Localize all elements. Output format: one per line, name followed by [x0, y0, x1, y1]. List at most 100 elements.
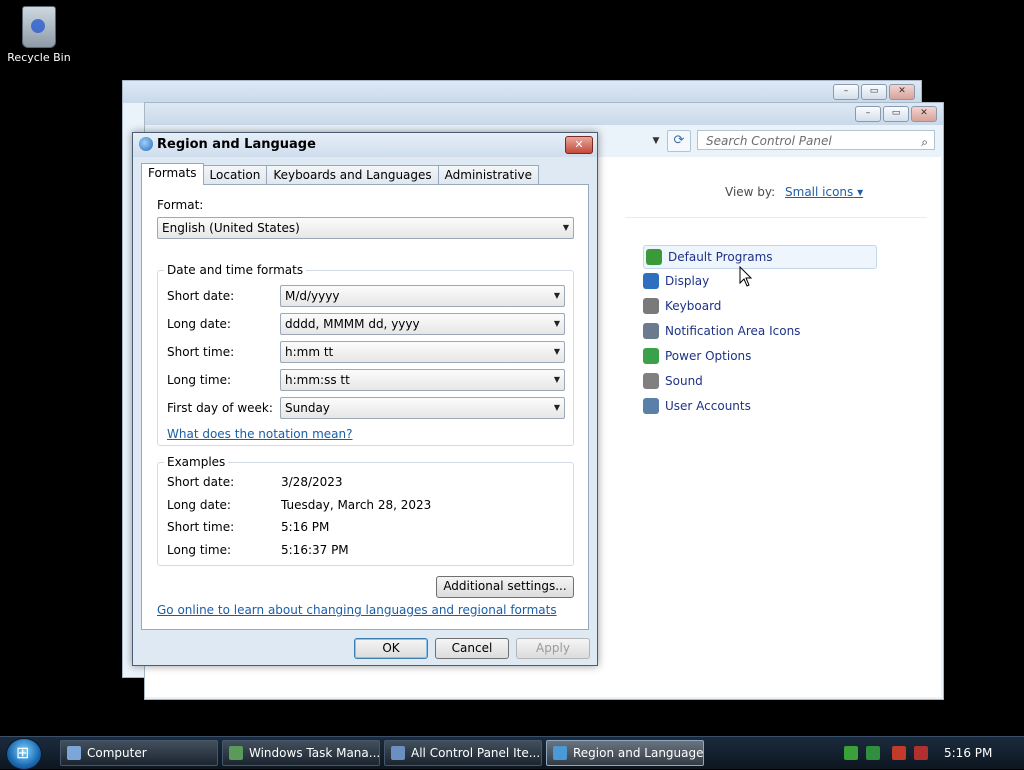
examples-title: Examples	[164, 455, 229, 469]
format-row-label: Short time:	[167, 345, 235, 359]
cp-item-label: Keyboard	[665, 299, 722, 313]
cp-item[interactable]: Display	[643, 270, 709, 292]
format-row-value: M/d/yyyy	[285, 289, 340, 303]
taskbar-button[interactable]: All Control Panel Ite...	[384, 740, 542, 766]
format-row-value: h:mm tt	[285, 345, 334, 359]
format-select[interactable]: English (United States) ▼	[157, 217, 574, 239]
format-row-label: First day of week:	[167, 401, 273, 415]
format-row-select[interactable]: Sunday ▼	[280, 397, 565, 419]
taskbar-button-label: Region and Language	[573, 746, 704, 760]
cp-item-label: Power Options	[665, 349, 752, 363]
format-row-value: dddd, MMMM dd, yyyy	[285, 317, 420, 331]
cp-item-label: User Accounts	[665, 399, 751, 413]
power-icon	[643, 348, 659, 364]
cp-item[interactable]: Power Options	[643, 345, 751, 367]
keyboard-icon	[643, 298, 659, 314]
refresh-icon[interactable]: ⟳	[667, 130, 691, 152]
date-time-formats-title: Date and time formats	[164, 263, 307, 277]
search-placeholder: Search Control Panel	[706, 134, 832, 148]
example-label: Short date:	[167, 475, 235, 489]
cp-item[interactable]: Default Programs	[643, 245, 877, 269]
app-icon	[391, 746, 405, 760]
minimize-button[interactable]: –	[833, 84, 859, 100]
dialog-title: Region and Language	[157, 137, 316, 152]
apply-button[interactable]: Apply	[516, 638, 590, 659]
taskbar-button[interactable]: Region and Language	[546, 740, 704, 766]
cp-item-label: Default Programs	[668, 250, 773, 264]
ok-button[interactable]: OK	[354, 638, 428, 659]
format-row-select[interactable]: M/d/yyyy ▼	[280, 285, 565, 307]
start-button[interactable]	[6, 738, 42, 770]
format-label: Format:	[157, 198, 204, 212]
example-value: 3/28/2023	[281, 475, 343, 489]
tab-keyboards-languages[interactable]: Keyboards and Languages	[266, 165, 439, 185]
cancel-button[interactable]: Cancel	[435, 638, 509, 659]
taskbar-button[interactable]: Windows Task Mana...	[222, 740, 380, 766]
notation-link[interactable]: What does the notation mean?	[167, 427, 352, 441]
app-icon	[229, 746, 243, 760]
taskbar-button-label: All Control Panel Ite...	[411, 746, 541, 760]
app-icon	[553, 746, 567, 760]
format-row-select[interactable]: h:mm tt ▼	[280, 341, 565, 363]
search-input[interactable]: Search Control Panel ⌕	[697, 130, 935, 150]
format-row-label: Long time:	[167, 373, 232, 387]
recycle-bin-shortcut[interactable]: Recycle Bin	[6, 6, 72, 64]
tab-strip: Formats Location Keyboards and Languages…	[141, 163, 540, 185]
format-row-select[interactable]: h:mm:ss tt ▼	[280, 369, 565, 391]
address-dropdown-icon[interactable]: ▼	[649, 131, 663, 151]
cp-item[interactable]: Sound	[643, 370, 703, 392]
maximize-button[interactable]: ▭	[861, 84, 887, 100]
cp-item-label: Sound	[665, 374, 703, 388]
dialog-titlebar[interactable]: Region and Language ✕	[133, 133, 597, 157]
taskbar-clock[interactable]: 5:16 PM	[944, 746, 992, 760]
example-label: Long time:	[167, 542, 232, 557]
volume-muted-icon[interactable]	[914, 746, 928, 760]
cp-item[interactable]: Notification Area Icons	[643, 320, 800, 342]
recycle-bin-label: Recycle Bin	[7, 51, 71, 64]
chevron-down-icon: ▼	[553, 375, 560, 384]
display-tray-icon[interactable]	[892, 746, 906, 760]
tab-location[interactable]: Location	[202, 165, 268, 185]
view-by-dropdown[interactable]: Small icons ▾	[785, 185, 863, 199]
taskbar-button[interactable]: Computer	[60, 740, 218, 766]
minimize-button[interactable]: –	[855, 106, 881, 122]
taskbar-button-label: Computer	[87, 746, 147, 760]
taskbar: Computer Windows Task Mana... All Control …	[0, 736, 1024, 770]
cp-item-label: Display	[665, 274, 710, 288]
security-icon[interactable]	[866, 746, 880, 760]
chevron-down-icon: ▼	[553, 403, 560, 412]
cp-item[interactable]: Keyboard	[643, 295, 721, 317]
additional-settings-button[interactable]: Additional settings...	[436, 576, 574, 598]
speaker-icon	[643, 373, 659, 389]
recycle-bin-icon	[22, 6, 56, 48]
app-icon	[67, 746, 81, 760]
region-language-dialog[interactable]: Region and Language ✕ Formats Location K…	[132, 132, 598, 666]
format-row-value: h:mm:ss tt	[285, 373, 350, 387]
example-value: Tuesday, March 28, 2023	[281, 497, 432, 512]
chevron-down-icon: ▼	[553, 347, 560, 356]
format-row-value: Sunday	[285, 401, 330, 415]
example-value: 5:16:37 PM	[281, 542, 349, 557]
date-time-formats-group: Date and time formats Short date: M/d/yyy…	[157, 263, 574, 446]
formats-panel: Format: English (United States) ▼ Date a…	[141, 184, 589, 630]
online-learn-link[interactable]: Go online to learn about changing langua…	[157, 603, 557, 617]
format-row-label: Short date:	[167, 289, 235, 303]
tab-administrative[interactable]: Administrative	[437, 165, 540, 185]
close-button[interactable]: ✕	[889, 84, 915, 100]
format-row-select[interactable]: dddd, MMMM dd, yyyy ▼	[280, 313, 565, 335]
view-by: View by: Small icons ▾	[725, 185, 863, 199]
maximize-button[interactable]: ▭	[883, 106, 909, 122]
example-label: Short time:	[167, 520, 235, 534]
search-icon[interactable]: ⌕	[921, 132, 928, 152]
format-row-label: Long date:	[167, 317, 231, 331]
cp-item[interactable]: User Accounts	[643, 395, 751, 417]
network-icon[interactable]	[844, 746, 858, 760]
chevron-down-icon: ▼	[553, 291, 560, 300]
close-button[interactable]: ✕	[911, 106, 937, 122]
notification-icon	[643, 323, 659, 339]
tab-formats[interactable]: Formats	[141, 163, 204, 185]
example-value: 5:16 PM	[281, 520, 330, 534]
default-programs-icon	[646, 249, 662, 265]
close-button[interactable]: ✕	[565, 136, 593, 154]
view-by-label: View by:	[725, 185, 776, 199]
